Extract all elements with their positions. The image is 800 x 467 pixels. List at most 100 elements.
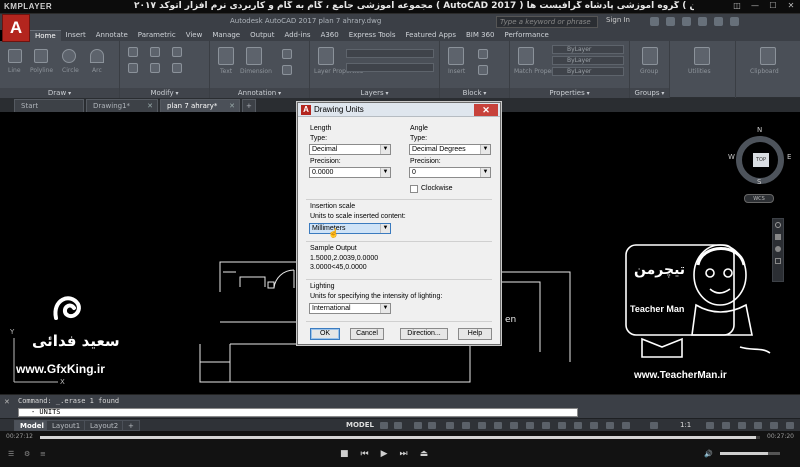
workspace-gear-icon[interactable] — [706, 422, 714, 429]
pin-icon[interactable]: ◫ — [732, 1, 742, 11]
mirror-icon[interactable] — [150, 63, 160, 73]
arc-tool-icon[interactable] — [90, 49, 104, 63]
match-properties-icon[interactable] — [518, 47, 534, 65]
create-block-icon[interactable] — [478, 49, 488, 59]
polar-icon[interactable] — [428, 422, 436, 429]
layout-tab-layout1[interactable]: Layout1 — [46, 420, 87, 431]
layout-tab-layout2[interactable]: Layout2 — [84, 420, 125, 431]
volume-icon[interactable]: 🔊 — [704, 450, 713, 458]
clipboard-icon[interactable] — [760, 47, 776, 65]
selection-filter-icon[interactable] — [574, 422, 582, 429]
dimension-tool-icon[interactable] — [246, 47, 262, 65]
ribbon-tab-output[interactable]: Output — [245, 30, 279, 41]
layers-group-title[interactable]: Layers — [310, 88, 439, 98]
length-type-select[interactable]: Decimal ▼ — [309, 144, 391, 155]
next-icon[interactable]: ⏭ — [400, 449, 408, 459]
insert-block-icon[interactable] — [448, 47, 464, 65]
auto-scale-icon[interactable] — [622, 422, 630, 429]
autocad-application-menu-button[interactable]: A — [2, 14, 30, 42]
ribbon-tab-featured-apps[interactable]: Featured Apps — [401, 30, 461, 41]
osnap-tracking-icon[interactable] — [462, 422, 470, 429]
layer-properties-icon[interactable] — [318, 47, 334, 65]
steering-wheel-icon[interactable] — [775, 222, 781, 228]
layout-tab-model[interactable]: Model — [14, 420, 50, 431]
annotation-group-title[interactable]: Annotation — [210, 88, 309, 98]
customization-icon[interactable] — [786, 422, 794, 429]
dialog-title-bar[interactable]: A Drawing Units ✕ — [298, 103, 500, 117]
copy-icon[interactable] — [128, 63, 138, 73]
viewcube[interactable]: TOP — [736, 136, 784, 184]
text-tool-icon[interactable] — [218, 47, 234, 65]
zoom-icon[interactable] — [775, 246, 781, 252]
help-button[interactable]: Help — [458, 328, 492, 340]
quick-properties-icon[interactable] — [754, 422, 762, 429]
settings-icon[interactable]: ⚙ — [24, 450, 30, 458]
ribbon-tab-express-tools[interactable]: Express Tools — [344, 30, 401, 41]
linetype-bylayer-dropdown[interactable]: ByLayer — [552, 56, 624, 65]
ribbon-tab-insert[interactable]: Insert — [61, 30, 91, 41]
help-icon[interactable] — [682, 17, 691, 26]
model-space-toggle[interactable]: MODEL — [346, 421, 374, 429]
search-input[interactable]: Type a keyword or phrase — [496, 16, 598, 28]
lineweight-icon[interactable] — [494, 422, 502, 429]
pan-icon[interactable] — [775, 234, 781, 240]
previous-icon[interactable]: ⏮ — [361, 449, 369, 459]
seek-bar[interactable] — [40, 436, 760, 439]
ribbon-tab-parametric[interactable]: Parametric — [133, 30, 181, 41]
eject-icon[interactable]: ⏏ — [420, 449, 429, 459]
3d-osnap-icon[interactable] — [542, 422, 550, 429]
command-input[interactable]: - UNITS — [18, 408, 578, 417]
isolate-objects-icon[interactable] — [770, 422, 778, 429]
new-tab-button[interactable]: + — [242, 99, 256, 112]
angle-precision-select[interactable]: 0 ▼ — [409, 167, 491, 178]
close-tab-icon[interactable]: ✕ — [229, 100, 235, 112]
command-line-close-icon[interactable]: ✕ — [4, 398, 10, 406]
ribbon-tab-performance[interactable]: Performance — [499, 30, 553, 41]
direction-button[interactable]: Direction... — [400, 328, 448, 340]
play-icon[interactable]: ▶ — [381, 449, 388, 459]
line-tool-icon[interactable] — [8, 49, 22, 63]
lineweight-bylayer-dropdown[interactable]: ByLayer — [552, 67, 624, 76]
group-icon[interactable] — [642, 47, 658, 65]
lighting-units-select[interactable]: International ▼ — [309, 303, 391, 314]
circle-tool-icon[interactable] — [62, 49, 76, 63]
grid-icon[interactable] — [380, 422, 388, 429]
groups-group-title[interactable]: Groups — [630, 88, 669, 98]
annotation-scale-icon[interactable] — [650, 422, 658, 429]
ribbon-tab-manage[interactable]: Manage — [207, 30, 245, 41]
layer-tools-row[interactable] — [346, 63, 434, 72]
insertion-units-select[interactable]: Millimeters ▼ — [309, 223, 391, 234]
fillet-icon[interactable] — [172, 63, 182, 73]
isodraft-icon[interactable] — [446, 422, 454, 429]
properties-group-title[interactable]: Properties — [510, 88, 629, 98]
osnap-icon[interactable] — [478, 422, 486, 429]
utilities-icon[interactable] — [694, 47, 710, 65]
stop-icon[interactable]: ■ — [340, 449, 349, 459]
volume-slider[interactable] — [720, 452, 780, 455]
a360-icon[interactable] — [666, 17, 675, 26]
orbit-icon[interactable] — [775, 258, 781, 264]
cancel-button[interactable]: Cancel — [350, 328, 384, 340]
playlist-icon[interactable]: ☰ — [8, 450, 14, 458]
edit-block-icon[interactable] — [478, 65, 488, 75]
window-close-icon[interactable] — [730, 17, 739, 26]
window-restore-icon[interactable] — [714, 17, 723, 26]
maximize-icon[interactable]: ☐ — [768, 1, 778, 11]
file-tab-plan[interactable]: plan 7 ahrary* ✕ — [160, 99, 240, 112]
rotate-icon[interactable] — [150, 47, 160, 57]
exchange-icon[interactable] — [650, 17, 659, 26]
color-bylayer-dropdown[interactable]: ByLayer — [552, 45, 624, 54]
selection-cycling-icon[interactable] — [526, 422, 534, 429]
move-icon[interactable] — [128, 47, 138, 57]
table-icon[interactable] — [282, 65, 292, 75]
gizmo-icon[interactable] — [590, 422, 598, 429]
draw-group-title[interactable]: Draw — [0, 88, 119, 98]
wcs-menu[interactable]: WCS — [744, 194, 774, 203]
ribbon-tab-bim-360[interactable]: BIM 360 — [461, 30, 500, 41]
viewcube-top-face[interactable]: TOP — [753, 153, 769, 167]
leader-icon[interactable] — [282, 49, 292, 59]
add-layout-button[interactable]: + — [122, 420, 140, 431]
block-group-title[interactable]: Block — [440, 88, 509, 98]
ribbon-tab-view[interactable]: View — [181, 30, 208, 41]
transparency-icon[interactable] — [510, 422, 518, 429]
